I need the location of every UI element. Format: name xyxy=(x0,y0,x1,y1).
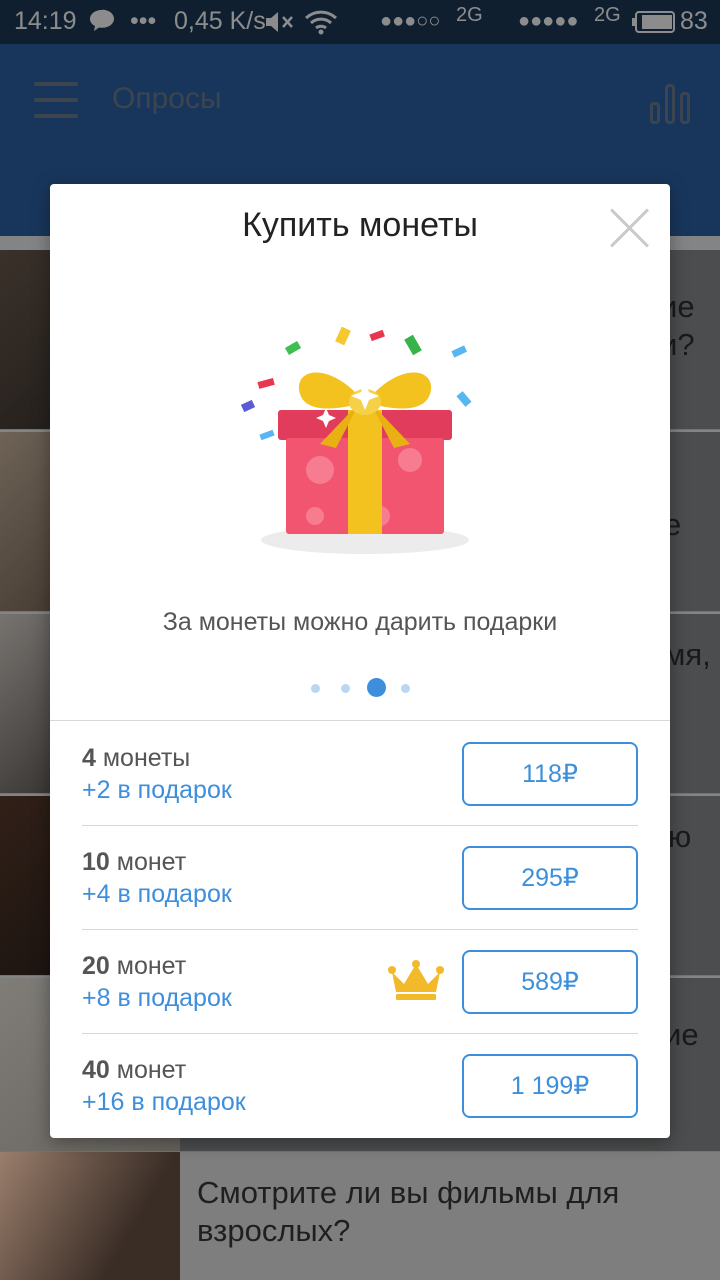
close-icon[interactable] xyxy=(608,206,652,250)
crown-icon xyxy=(388,960,444,1002)
coin-offer: 4 монеты +2 в подарок 118₽ xyxy=(82,722,670,826)
dialog-title: Купить монеты xyxy=(242,206,478,244)
buy-button[interactable]: 295₽ xyxy=(462,846,638,910)
page-dot[interactable] xyxy=(401,684,410,693)
coin-unit: монеты xyxy=(95,744,191,772)
buy-button[interactable]: 589₽ xyxy=(462,950,638,1014)
list-item[interactable]: Смотрите ли вы фильмы для взрослых? xyxy=(0,1152,720,1280)
coin-amount: 10 xyxy=(82,848,110,876)
coin-unit: монет xyxy=(109,952,187,980)
coin-amount: 4 xyxy=(82,744,96,772)
gift-box-icon xyxy=(240,320,480,560)
bonus-text: +2 в подарок xyxy=(82,776,232,804)
coin-offer: 20 монет +8 в подарок 589₽ xyxy=(82,930,670,1034)
poll-thumbnail xyxy=(0,1152,180,1280)
bonus-text: +4 в подарок xyxy=(82,880,232,908)
coin-unit: монет xyxy=(109,848,187,876)
bonus-text: +8 в подарок xyxy=(82,984,232,1012)
page-dot[interactable] xyxy=(311,684,320,693)
carousel-dots xyxy=(305,678,415,698)
divider xyxy=(50,720,670,721)
coin-offer: 40 монет +16 в подарок 1 199₽ xyxy=(82,1034,670,1138)
coin-unit: монет xyxy=(109,1056,187,1084)
poll-question: Смотрите ли вы фильмы для взрослых? xyxy=(197,1175,620,1248)
bonus-text: +16 в подарок xyxy=(82,1088,246,1116)
carousel-caption: За монеты можно дарить подарки xyxy=(162,608,558,636)
buy-coins-dialog: Купить монеты За монеты можно дарить под… xyxy=(50,184,670,1138)
page-dot-active[interactable] xyxy=(367,678,386,697)
buy-button[interactable]: 118₽ xyxy=(462,742,638,806)
coin-offer: 10 монет +4 в подарок 295₽ xyxy=(82,826,670,930)
coin-amount: 40 xyxy=(82,1056,110,1084)
coin-amount: 20 xyxy=(82,952,110,980)
page-dot[interactable] xyxy=(341,684,350,693)
buy-button[interactable]: 1 199₽ xyxy=(462,1054,638,1118)
